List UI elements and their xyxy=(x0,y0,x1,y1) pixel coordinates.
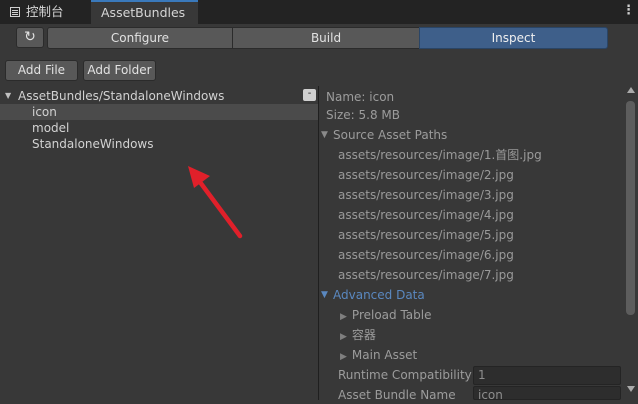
advanced-data-header: Advanced Data xyxy=(333,288,425,302)
source-paths-header: Source Asset Paths xyxy=(333,128,448,142)
tab-build[interactable]: Build xyxy=(232,27,420,49)
tab-configure[interactable]: Configure xyxy=(47,27,233,49)
collapsed-arrow-icon: ▶ xyxy=(340,332,347,342)
source-path-item: assets/resources/image/6.jpg xyxy=(338,248,514,262)
main-asset-label: Main Asset xyxy=(351,348,418,362)
source-path-item: assets/resources/image/4.jpg xyxy=(338,208,514,222)
window-tab-bar: 控制台 AssetBundles ⋮ xyxy=(0,0,638,24)
foldout-arrow-icon: ▼ xyxy=(321,290,328,300)
container-foldout[interactable]: ▶ 容器 xyxy=(340,326,376,344)
tab-assetbundles[interactable]: AssetBundles xyxy=(91,0,198,24)
source-path-item: assets/resources/image/7.jpg xyxy=(338,268,514,282)
tree-item-icon[interactable]: icon xyxy=(0,104,318,120)
collapsed-arrow-icon: ▶ xyxy=(340,352,347,362)
runtime-compatibility-field[interactable]: 1 xyxy=(473,366,621,385)
scroll-down-icon[interactable] xyxy=(627,386,635,392)
add-folder-button[interactable]: Add Folder xyxy=(83,60,156,81)
bundle-size-text: Size: 5.8 MB xyxy=(326,108,400,122)
tree-item-label: model xyxy=(32,121,70,135)
panel-splitter[interactable] xyxy=(318,86,319,400)
preload-table-label: Preload Table xyxy=(351,308,432,322)
bundle-name-label: Asset Bundle Name xyxy=(338,388,456,402)
tab-inspect[interactable]: Inspect xyxy=(419,27,608,49)
scroll-up-icon[interactable] xyxy=(627,87,635,93)
preload-table-foldout[interactable]: ▶ Preload Table xyxy=(340,306,432,324)
tree-item-label: StandaloneWindows xyxy=(32,137,154,151)
tab-console[interactable]: 控制台 xyxy=(0,0,88,24)
refresh-icon: ↻ xyxy=(24,29,36,45)
bundle-name-text: Name: icon xyxy=(326,90,395,104)
expand-arrow-icon[interactable]: ▼ xyxy=(5,88,11,104)
main-asset-foldout[interactable]: ▶ Main Asset xyxy=(340,346,417,364)
source-path-item: assets/resources/image/5.jpg xyxy=(338,228,514,242)
runtime-compatibility-label: Runtime Compatibility xyxy=(338,368,472,382)
scrollbar-thumb[interactable] xyxy=(626,101,635,315)
more-options-icon[interactable]: ⋮ xyxy=(622,0,635,24)
tab-assetbundles-label: AssetBundles xyxy=(101,5,186,20)
add-file-button[interactable]: Add File xyxy=(5,60,78,81)
container-label: 容器 xyxy=(351,328,376,342)
source-path-item: assets/resources/image/1.首图.jpg xyxy=(338,148,542,162)
tree-item-model[interactable]: model xyxy=(0,120,318,136)
tab-console-label: 控制台 xyxy=(26,4,64,19)
foldout-arrow-icon: ▼ xyxy=(321,130,328,140)
source-path-item: assets/resources/image/3.jpg xyxy=(338,188,514,202)
collapsed-arrow-icon: ▶ xyxy=(340,312,347,322)
source-path-item: assets/resources/image/2.jpg xyxy=(338,168,514,182)
console-icon xyxy=(10,7,20,17)
bundle-name-field[interactable]: icon xyxy=(473,386,621,402)
arrow-shaft xyxy=(191,171,243,239)
tree-item-standalonewindows[interactable]: StandaloneWindows xyxy=(0,136,318,152)
tree-root-row[interactable]: ▼ AssetBundles/StandaloneWindows - xyxy=(0,88,318,104)
tree-item-label: icon xyxy=(32,105,57,119)
arrow-head xyxy=(188,166,210,188)
remove-bundle-button[interactable]: - xyxy=(303,89,316,101)
annotation-arrow xyxy=(188,166,243,239)
tree-root-label: AssetBundles/StandaloneWindows xyxy=(18,89,225,103)
refresh-button[interactable]: ↻ xyxy=(16,27,44,48)
